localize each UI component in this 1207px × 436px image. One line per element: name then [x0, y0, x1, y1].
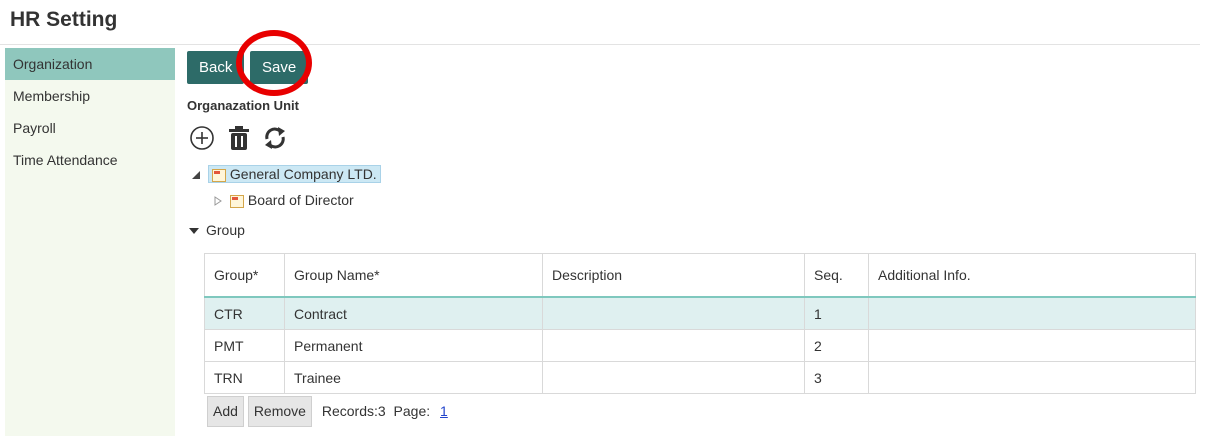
- column-header[interactable]: Description: [542, 253, 805, 298]
- tree-node-selected[interactable]: General Company LTD.: [207, 165, 381, 183]
- add-circle-icon[interactable]: [189, 125, 215, 156]
- column-header[interactable]: Seq.: [804, 253, 869, 298]
- records-count: Records:3: [321, 403, 386, 419]
- title-divider: [0, 44, 1200, 45]
- cell-name[interactable]: Trainee: [284, 361, 543, 394]
- remove-button[interactable]: Remove: [247, 396, 312, 427]
- column-header[interactable]: Group Name*: [284, 253, 543, 298]
- cell-seq[interactable]: 3: [804, 361, 869, 394]
- tree-node-child[interactable]: Board of Director: [212, 188, 354, 212]
- refresh-icon[interactable]: [262, 125, 288, 156]
- cell-code[interactable]: PMT: [204, 329, 285, 362]
- caret-down-icon: [189, 228, 199, 235]
- page-label: Page:: [393, 403, 431, 419]
- cell-name[interactable]: Contract: [284, 296, 543, 330]
- column-header[interactable]: Group*: [204, 253, 285, 298]
- sidebar-item-organization[interactable]: Organization: [5, 48, 175, 80]
- column-header[interactable]: Additional Info.: [868, 253, 1196, 298]
- page-title: HR Setting: [10, 8, 118, 31]
- cell-info[interactable]: [868, 329, 1196, 362]
- tree-node-root[interactable]: General Company LTD.: [190, 162, 381, 186]
- tree-node-label: General Company LTD.: [229, 166, 377, 182]
- page-link[interactable]: 1: [440, 403, 448, 419]
- add-button[interactable]: Add: [207, 396, 244, 427]
- group-section-label: Group: [206, 222, 245, 238]
- cell-code[interactable]: CTR: [204, 296, 285, 330]
- sidebar-item-membership[interactable]: Membership: [5, 80, 175, 112]
- cell-info[interactable]: [868, 361, 1196, 394]
- table-row[interactable]: PMT Permanent 2: [204, 329, 1196, 362]
- group-section-toggle[interactable]: Group: [188, 222, 245, 238]
- cell-name[interactable]: Permanent: [284, 329, 543, 362]
- cell-description[interactable]: [542, 361, 805, 394]
- org-unit-heading: Organazation Unit: [187, 98, 299, 113]
- cell-seq[interactable]: 1: [804, 296, 869, 330]
- tree-node-label: Board of Director: [247, 192, 354, 208]
- sidebar-item-time-attendance[interactable]: Time Attendance: [5, 144, 175, 176]
- table-row[interactable]: CTR Contract 1: [204, 296, 1196, 330]
- sidebar: Organization Membership Payroll Time Att…: [5, 48, 175, 436]
- back-button[interactable]: Back: [187, 51, 245, 84]
- trash-icon[interactable]: [227, 125, 251, 156]
- table-header-row: Group* Group Name* Description Seq. Addi…: [204, 253, 1196, 298]
- cell-info[interactable]: [868, 296, 1196, 330]
- table-row[interactable]: TRN Trainee 3: [204, 361, 1196, 394]
- table-footer: Add Remove Records:3 Page: 1: [207, 396, 448, 427]
- cell-description[interactable]: [542, 329, 805, 362]
- collapse-triangle-icon[interactable]: [190, 168, 204, 182]
- expand-triangle-icon[interactable]: [212, 194, 226, 208]
- group-table: Group* Group Name* Description Seq. Addi…: [204, 253, 1196, 394]
- cell-seq[interactable]: 2: [804, 329, 869, 362]
- folder-icon: [211, 168, 226, 182]
- sidebar-item-payroll[interactable]: Payroll: [5, 112, 175, 144]
- cell-code[interactable]: TRN: [204, 361, 285, 394]
- save-button[interactable]: Save: [250, 51, 309, 84]
- cell-description[interactable]: [542, 296, 805, 330]
- folder-icon: [229, 194, 244, 208]
